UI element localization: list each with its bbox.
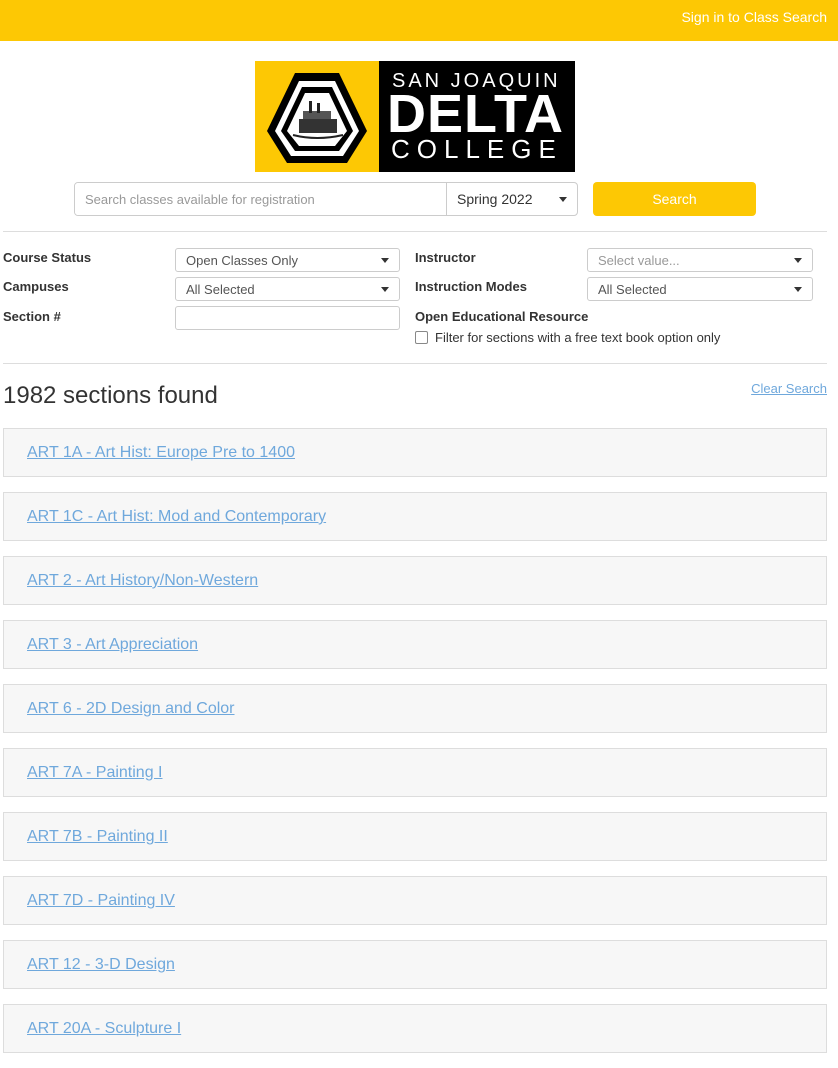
divider (3, 231, 827, 232)
course-list-item[interactable]: ART 12 - 3-D Design (3, 940, 827, 989)
chevron-down-icon (794, 258, 802, 263)
course-status-select[interactable]: Open Classes Only (175, 248, 400, 272)
instructor-placeholder: Select value... (598, 253, 680, 268)
course-link[interactable]: ART 1A - Art Hist: Europe Pre to 1400 (27, 444, 295, 462)
instruction-modes-label: Instruction Modes (415, 279, 527, 294)
course-link[interactable]: ART 2 - Art History/Non-Western (27, 572, 258, 590)
oer-checkbox-label[interactable]: Filter for sections with a free text boo… (435, 330, 720, 345)
course-status-value: Open Classes Only (186, 253, 298, 268)
divider (3, 363, 827, 364)
course-link[interactable]: ART 6 - 2D Design and Color (27, 700, 235, 718)
chevron-down-icon (381, 287, 389, 292)
chevron-down-icon (381, 258, 389, 263)
course-list-item[interactable]: ART 20A - Sculpture I (3, 1004, 827, 1053)
clear-search-link[interactable]: Clear Search (751, 381, 827, 396)
campuses-select[interactable]: All Selected (175, 277, 400, 301)
course-link[interactable]: ART 12 - 3-D Design (27, 956, 175, 974)
course-list-item[interactable]: ART 7B - Painting II (3, 812, 827, 861)
oer-label: Open Educational Resource (415, 309, 589, 324)
section-label: Section # (3, 309, 61, 324)
course-link[interactable]: ART 7B - Painting II (27, 828, 168, 846)
results-list: ART 1A - Art Hist: Europe Pre to 1400 ART… (3, 428, 827, 1068)
campuses-value: All Selected (186, 282, 255, 297)
campuses-label: Campuses (3, 279, 69, 294)
logo-wordmark: SAN JOAQUIN DELTA COLLEGE (379, 61, 575, 172)
course-status-label: Course Status (3, 250, 92, 265)
course-link[interactable]: ART 1C - Art Hist: Mod and Contemporary (27, 508, 326, 526)
logo-line-3: COLLEGE (391, 134, 563, 164)
search-group: Spring 2022 (74, 182, 578, 216)
results-count: 1982 sections found (3, 382, 218, 409)
course-link[interactable]: ART 7A - Painting I (27, 764, 162, 782)
search-input[interactable] (75, 183, 446, 215)
course-link[interactable]: ART 20A - Sculpture I (27, 1020, 181, 1038)
top-bar: Sign in to Class Search (0, 0, 838, 41)
term-select[interactable]: Spring 2022 (446, 183, 577, 215)
course-list-item[interactable]: ART 3 - Art Appreciation (3, 620, 827, 669)
course-list-item[interactable]: ART 2 - Art History/Non-Western (3, 556, 827, 605)
course-list-item[interactable]: ART 7D - Painting IV (3, 876, 827, 925)
course-list-item[interactable]: ART 1A - Art Hist: Europe Pre to 1400 (3, 428, 827, 477)
course-list-item[interactable]: ART 7A - Painting I (3, 748, 827, 797)
section-input[interactable] (175, 306, 400, 330)
course-list-item[interactable]: ART 1C - Art Hist: Mod and Contemporary (3, 492, 827, 541)
oer-filter: Filter for sections with a free text boo… (415, 330, 720, 345)
steamboat-emblem-icon (267, 73, 367, 163)
instructor-select[interactable]: Select value... (587, 248, 813, 272)
course-link[interactable]: ART 3 - Art Appreciation (27, 636, 198, 654)
sign-in-link[interactable]: Sign in to Class Search (681, 9, 827, 25)
oer-checkbox[interactable] (415, 331, 428, 344)
college-logo: SAN JOAQUIN DELTA COLLEGE (255, 61, 575, 172)
search-button[interactable]: Search (593, 182, 756, 216)
logo-emblem (255, 61, 379, 172)
search-row: Spring 2022 Search (74, 182, 756, 216)
term-select-value: Spring 2022 (457, 191, 533, 207)
instruction-modes-select[interactable]: All Selected (587, 277, 813, 301)
instruction-modes-value: All Selected (598, 282, 667, 297)
instructor-label: Instructor (415, 250, 476, 265)
chevron-down-icon (794, 287, 802, 292)
course-link[interactable]: ART 7D - Painting IV (27, 892, 175, 910)
chevron-down-icon (559, 197, 567, 202)
course-list-item[interactable]: ART 6 - 2D Design and Color (3, 684, 827, 733)
